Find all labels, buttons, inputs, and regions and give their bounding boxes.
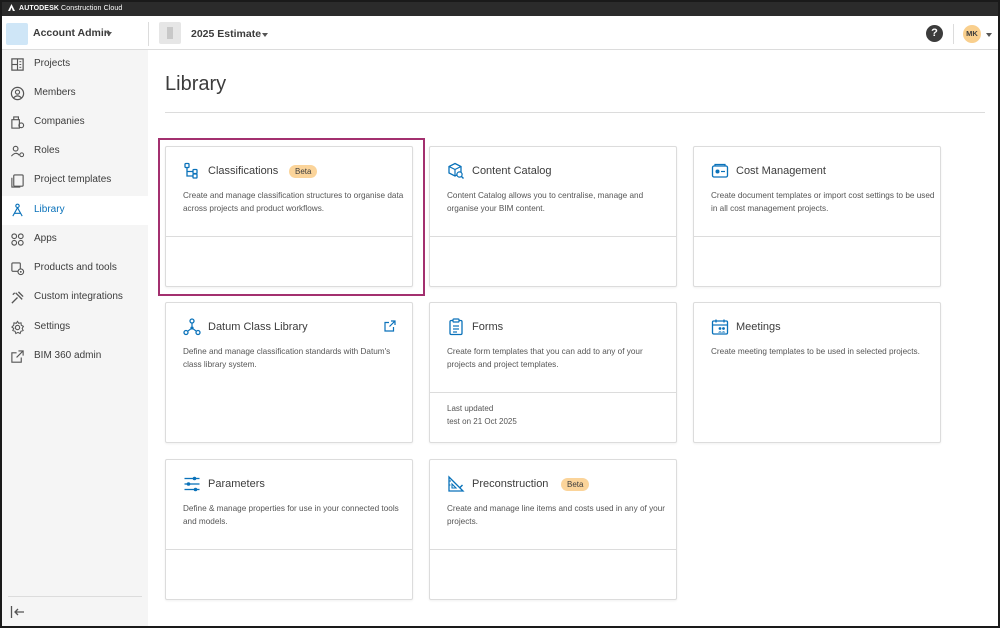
library-card-cost-management[interactable]: Cost Management Create document template…: [693, 146, 941, 287]
settings-icon: [11, 320, 25, 335]
library-card-parameters[interactable]: Parameters Define & manage properties fo…: [165, 459, 413, 600]
sidebar-item-label: Members: [34, 87, 76, 98]
card-title: Parameters: [208, 478, 265, 490]
forms-icon: [449, 318, 463, 336]
sidebar-item-apps[interactable]: Apps: [2, 225, 148, 254]
card-title: Meetings: [736, 321, 781, 333]
divider: [165, 112, 985, 113]
autodesk-logo-icon: [8, 4, 15, 11]
library-card-classifications[interactable]: Classifications Beta Create and manage c…: [165, 146, 413, 287]
sidebar-item-label: Projects: [34, 58, 71, 69]
card-title: Classifications: [208, 165, 279, 177]
sidebar-item-library[interactable]: Library: [2, 196, 148, 225]
top-bar: Account Admin 2025 Estimate ? MK: [2, 16, 998, 50]
card-divider: [166, 236, 412, 237]
sidebar-item-label: Library: [34, 204, 65, 215]
sidebar-item-companies[interactable]: Companies: [2, 108, 148, 137]
account-logo[interactable]: [6, 23, 28, 45]
card-title: Datum Class Library: [208, 321, 308, 333]
library-card-preconstruction[interactable]: Preconstruction Beta Create and manage l…: [429, 459, 677, 600]
main-content: Library Classifications Beta Create and …: [148, 50, 998, 626]
card-title: Forms: [472, 321, 504, 333]
card-description: Create and manage line items and costs u…: [447, 504, 666, 526]
beta-badge: Beta: [561, 478, 590, 491]
content-catalog-icon: [448, 162, 464, 179]
divider: [953, 24, 954, 44]
card-description: Define and manage classification standar…: [183, 347, 391, 369]
user-menu-chevron-down-icon[interactable]: [986, 33, 992, 37]
brand-name: AUTODESK: [19, 5, 59, 12]
card-title: Content Catalog: [472, 165, 552, 177]
apps-icon: [11, 233, 24, 246]
products-tools-icon: [11, 262, 25, 276]
beta-badge: Beta: [289, 165, 318, 178]
datum-class-library-icon: [183, 318, 201, 336]
card-title: Preconstruction: [472, 478, 549, 490]
projects-icon: [11, 58, 24, 71]
card-description: Create document templates or import cost…: [711, 191, 935, 213]
divider: [148, 22, 149, 46]
project-selector[interactable]: 2025 Estimate: [191, 28, 261, 40]
sidebar-item-label: BIM 360 admin: [34, 350, 102, 361]
card-title: Cost Management: [736, 165, 826, 177]
sidebar-item-label: Apps: [34, 233, 57, 244]
page-title: Library: [165, 73, 227, 95]
sidebar-item-label: Companies: [34, 116, 85, 127]
card-divider: [430, 392, 676, 393]
sidebar-item-bim-360-admin[interactable]: BIM 360 admin: [2, 342, 148, 371]
classifications-icon: [184, 162, 198, 179]
account-selector[interactable]: Account Admin: [33, 27, 110, 39]
sidebar-item-roles[interactable]: Roles: [2, 137, 148, 166]
card-divider: [694, 236, 940, 237]
sidebar-item-label: Settings: [34, 321, 71, 332]
brand-bar: AUTODESK Construction Cloud: [2, 2, 998, 16]
external-link-icon: [11, 350, 24, 363]
brand-product: Construction Cloud: [61, 5, 123, 12]
external-link-icon[interactable]: [384, 320, 396, 332]
sidebar-item-custom-integrations[interactable]: Custom integrations: [2, 283, 148, 312]
library-card-forms[interactable]: Forms Create form templates that you can…: [429, 302, 677, 443]
sidebar: Projects Members Companies Roles Project…: [2, 50, 148, 626]
roles-icon: [10, 145, 25, 158]
preconstruction-icon: [448, 475, 465, 492]
sidebar-item-products-and-tools[interactable]: Products and tools: [2, 254, 148, 283]
members-icon: [10, 86, 25, 101]
parameters-icon: [184, 476, 200, 492]
library-card-meetings[interactable]: Meetings Create meeting templates to be …: [693, 302, 941, 443]
user-avatar[interactable]: MK: [963, 25, 981, 43]
card-description: Create form templates that you can add t…: [447, 347, 643, 369]
card-divider: [430, 236, 676, 237]
card-description: Create meeting templates to be used in s…: [711, 347, 920, 356]
project-thumbnail[interactable]: [159, 22, 181, 44]
companies-icon: [11, 116, 25, 129]
cost-management-icon: [711, 163, 729, 178]
divider: [8, 596, 142, 597]
sidebar-item-settings[interactable]: Settings: [2, 313, 148, 342]
sidebar-item-members[interactable]: Members: [2, 79, 148, 108]
sidebar-item-projects[interactable]: Projects: [2, 50, 148, 79]
app-window: AUTODESK Construction Cloud Account Admi…: [0, 0, 1000, 628]
library-card-content-catalog[interactable]: Content Catalog Content Catalog allows y…: [429, 146, 677, 287]
library-icon: [12, 203, 23, 217]
last-updated-label: Last updated: [447, 404, 494, 413]
sidebar-item-label: Products and tools: [34, 262, 117, 273]
card-divider: [166, 549, 412, 550]
project-chevron-down-icon[interactable]: [262, 33, 268, 37]
project-templates-icon: [11, 174, 24, 188]
sidebar-item-project-templates[interactable]: Project templates: [2, 166, 148, 195]
library-card-datum-class-library[interactable]: Datum Class Library Define and manage cl…: [165, 302, 413, 443]
help-icon[interactable]: ?: [926, 25, 943, 42]
collapse-sidebar-icon[interactable]: [10, 605, 26, 619]
card-description: Content Catalog allows you to centralise…: [447, 191, 644, 213]
sidebar-item-label: Roles: [34, 145, 60, 156]
card-description: Create and manage classification structu…: [183, 191, 404, 213]
meetings-icon: [711, 319, 729, 335]
custom-integrations-icon: [11, 291, 24, 304]
last-updated-value: test on 21 Oct 2025: [447, 417, 517, 426]
card-divider: [430, 549, 676, 550]
sidebar-item-label: Project templates: [34, 174, 112, 185]
account-chevron-down-icon[interactable]: [106, 32, 112, 36]
card-description: Define & manage properties for use in yo…: [183, 504, 399, 526]
sidebar-item-label: Custom integrations: [34, 291, 123, 302]
